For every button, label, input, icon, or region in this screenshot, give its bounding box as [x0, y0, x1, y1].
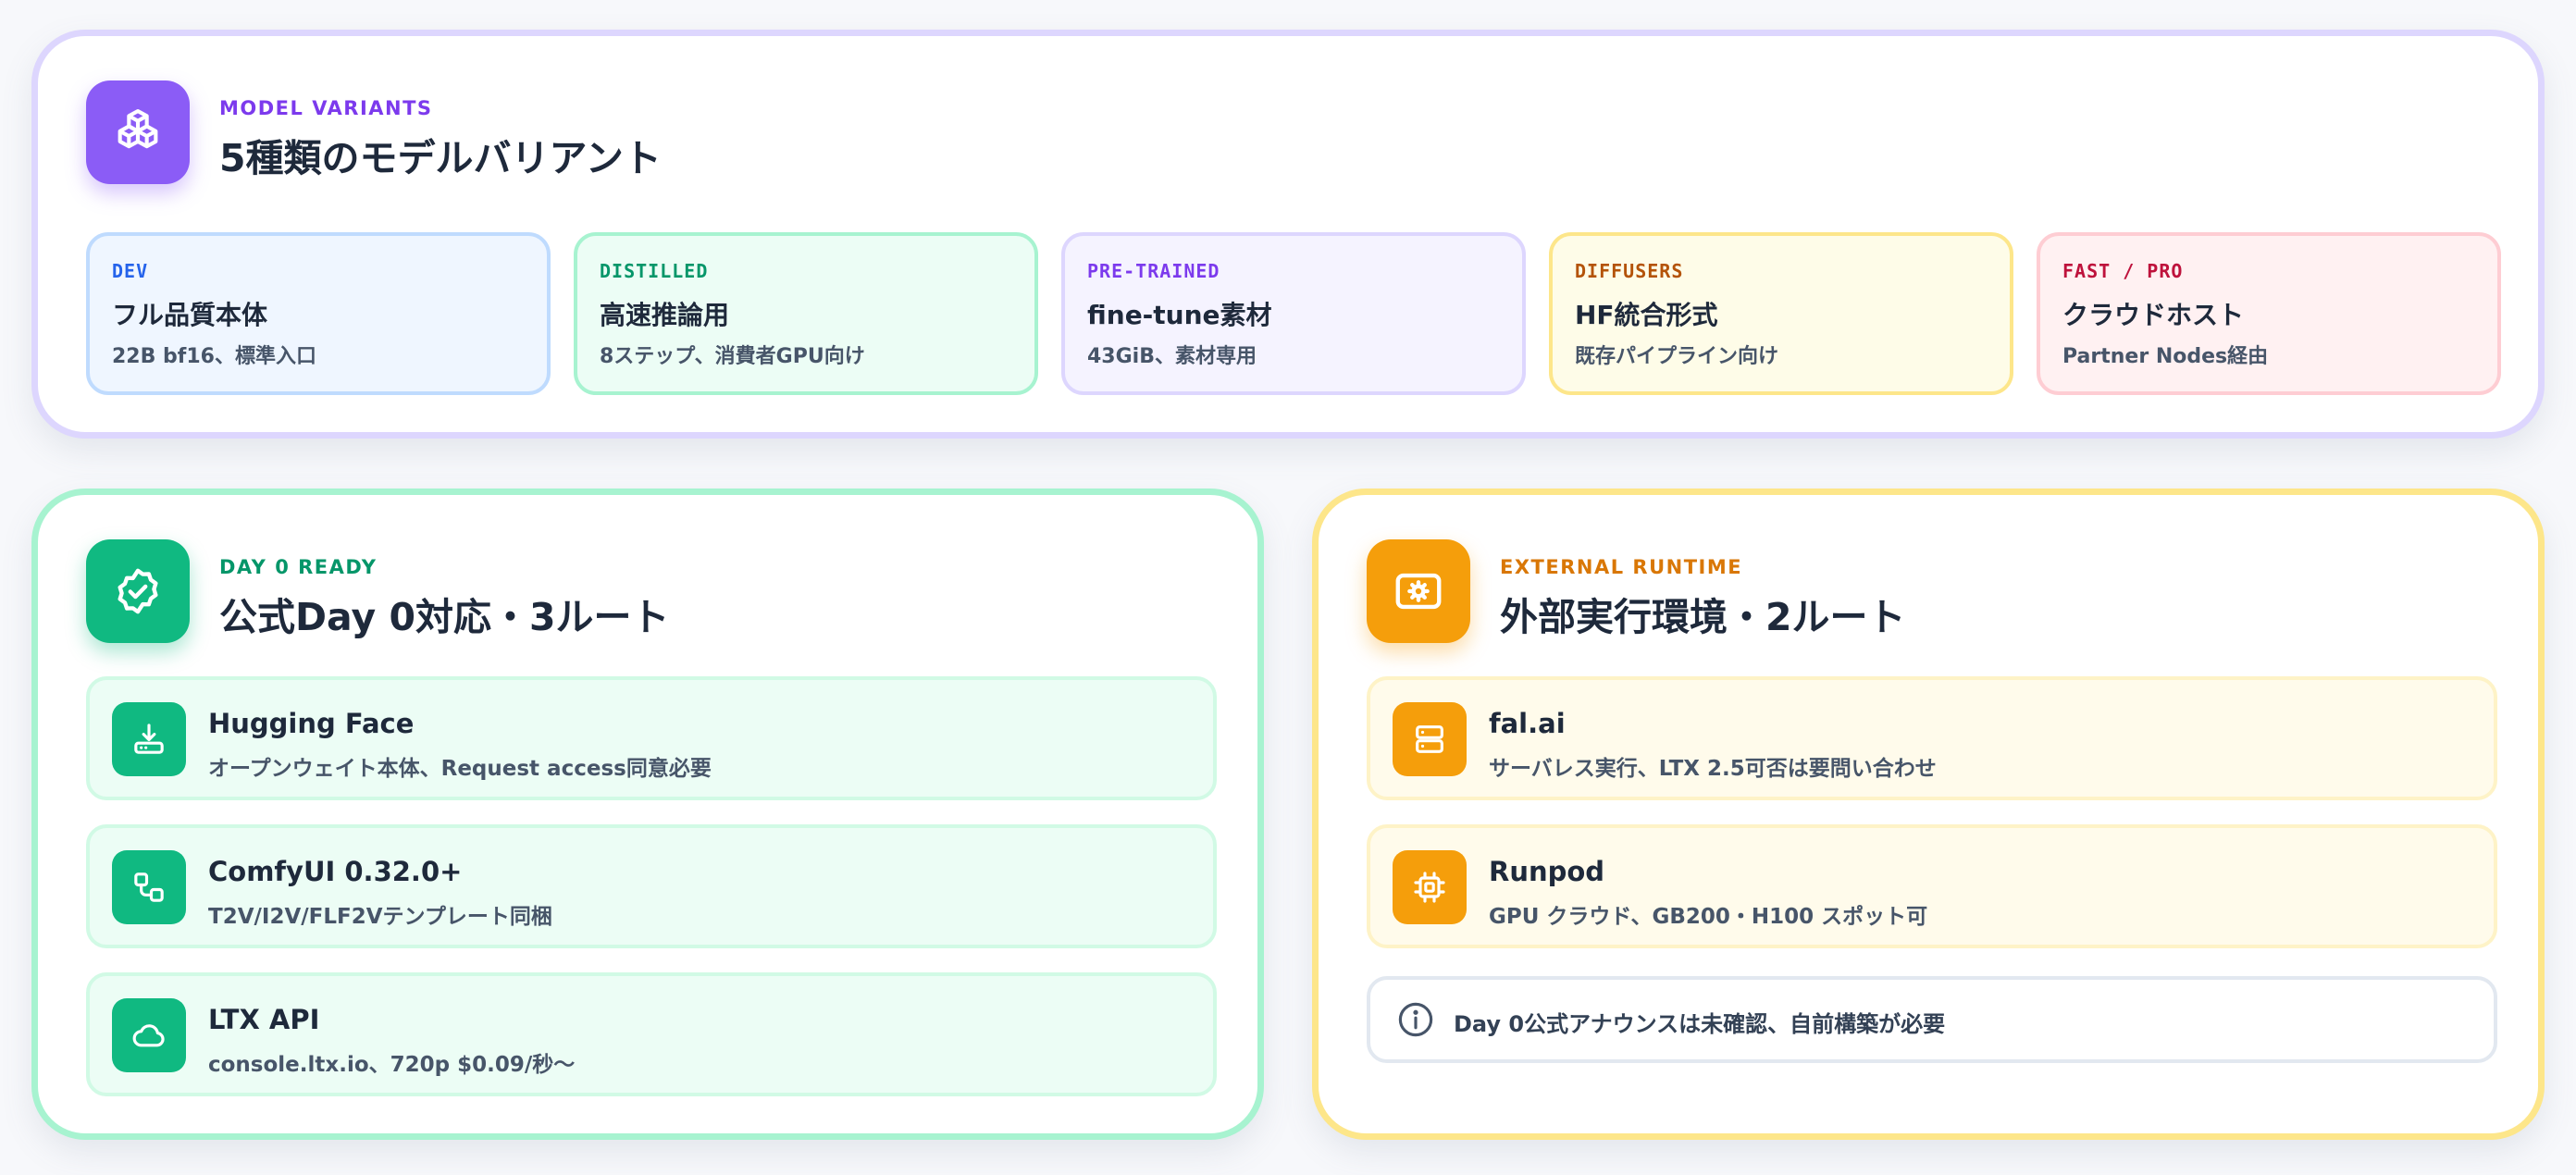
variant-tag: DISTILLED	[600, 260, 709, 282]
variant-card-distilled: DISTILLED 高速推論用 8ステップ、消費者GPU向け	[574, 232, 1038, 395]
variant-card-dev: DEV フル品質本体 22B bf16、標準入口	[86, 232, 551, 395]
route-hugging-face[interactable]: Hugging Face オープンウェイト本体、Request access同意…	[86, 676, 1217, 800]
route-title: ComfyUI 0.32.0+	[208, 856, 463, 887]
route-subtitle: T2V/I2V/FLF2Vテンプレート同梱	[208, 905, 552, 929]
day0-title: 公式Day 0対応・3ルート	[219, 595, 670, 639]
external-eyebrow: EXTERNAL RUNTIME	[1500, 556, 1743, 578]
workflow-icon	[112, 850, 186, 924]
route-title: Runpod	[1489, 856, 1605, 887]
external-runtime-card: EXTERNAL RUNTIME 外部実行環境・2ルート fal.ai サーバレ…	[1312, 489, 2545, 1140]
route-subtitle: console.ltx.io、720p $0.09/秒〜	[208, 1053, 576, 1077]
variant-tag: DEV	[112, 260, 149, 282]
route-subtitle: オープンウェイト本体、Request access同意必要	[208, 757, 712, 781]
variant-tag: FAST / PRO	[2062, 260, 2184, 282]
variant-card-pre-trained: PRE-TRAINED fine-tune素材 43GiB、素材専用	[1061, 232, 1526, 395]
variant-title: fine-tune素材	[1087, 300, 1272, 330]
notice-box: Day 0公式アナウンスは未確認、自前構築が必要	[1367, 976, 2497, 1063]
route-fal-ai[interactable]: fal.ai サーバレス実行、LTX 2.5可否は要問い合わせ	[1367, 676, 2497, 800]
variant-subtitle: 既存パイプライン向け	[1575, 345, 1779, 368]
variant-tag: PRE-TRAINED	[1087, 260, 1220, 282]
route-ltx-api[interactable]: LTX API console.ltx.io、720p $0.09/秒〜	[86, 972, 1217, 1096]
route-title: Hugging Face	[208, 708, 415, 739]
variant-subtitle: 22B bf16、標準入口	[112, 345, 316, 368]
variant-tag: DIFFUSERS	[1575, 260, 1684, 282]
chip-icon	[1393, 850, 1467, 924]
route-subtitle: サーバレス実行、LTX 2.5可否は要問い合わせ	[1489, 757, 1937, 781]
variant-card-diffusers: DIFFUSERS HF統合形式 既存パイプライン向け	[1549, 232, 2013, 395]
variants-eyebrow: MODEL VARIANTS	[219, 97, 433, 119]
cubes-icon	[86, 80, 190, 184]
cloud-icon	[112, 998, 186, 1072]
variant-subtitle: 8ステップ、消費者GPU向け	[600, 345, 865, 368]
variant-subtitle: 43GiB、素材専用	[1087, 345, 1257, 368]
route-title: LTX API	[208, 1004, 320, 1035]
route-title: fal.ai	[1489, 708, 1566, 739]
variants-title: 5種類のモデルバリアント	[219, 136, 662, 180]
route-subtitle: GPU クラウド、GB200・H100 スポット可	[1489, 905, 1928, 929]
server-icon	[1393, 702, 1467, 776]
download-drive-icon	[112, 702, 186, 776]
route-comfyui[interactable]: ComfyUI 0.32.0+ T2V/I2V/FLF2Vテンプレート同梱	[86, 824, 1217, 948]
notice-text: Day 0公式アナウンスは未確認、自前構築が必要	[1454, 1011, 1946, 1037]
external-title: 外部実行環境・2ルート	[1500, 595, 1906, 639]
info-icon	[1398, 1002, 1433, 1037]
check-badge-icon	[86, 539, 190, 643]
model-variants-card: MODEL VARIANTS 5種類のモデルバリアント DEV フル品質本体 2…	[31, 30, 2545, 439]
route-runpod[interactable]: Runpod GPU クラウド、GB200・H100 スポット可	[1367, 824, 2497, 948]
variant-subtitle: Partner Nodes経由	[2062, 345, 2269, 368]
variant-title: 高速推論用	[600, 300, 730, 330]
day0-ready-card: DAY 0 READY 公式Day 0対応・3ルート Hugging Face …	[31, 489, 1264, 1140]
day0-eyebrow: DAY 0 READY	[219, 556, 378, 578]
variant-title: クラウドホスト	[2062, 300, 2245, 330]
server-gear-icon	[1367, 539, 1470, 643]
variant-card-fast-pro: FAST / PRO クラウドホスト Partner Nodes経由	[2037, 232, 2501, 395]
variant-title: HF統合形式	[1575, 300, 1718, 330]
variant-title: フル品質本体	[112, 300, 268, 330]
